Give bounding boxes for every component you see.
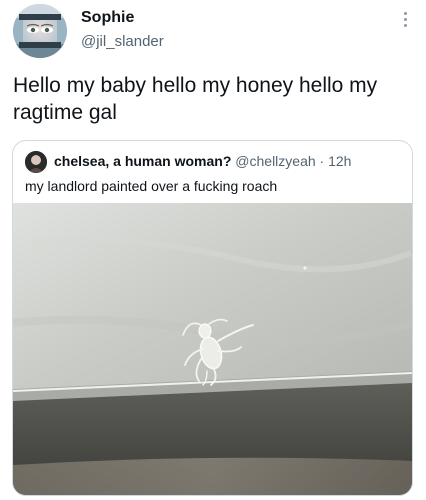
quoted-tweet-photo[interactable] bbox=[13, 203, 412, 495]
quoted-author-avatar[interactable] bbox=[25, 151, 47, 173]
profile-photo-icon bbox=[25, 151, 47, 173]
more-dot bbox=[403, 17, 407, 21]
more-dot bbox=[403, 11, 407, 15]
quoted-tweet-timestamp[interactable]: 12h bbox=[328, 153, 351, 169]
more-dot bbox=[403, 23, 407, 27]
author-display-name[interactable]: Sophie bbox=[81, 9, 134, 27]
quoted-author-display-name[interactable]: chelsea, a human woman? bbox=[54, 153, 231, 169]
author-handle[interactable]: @jil_slander bbox=[81, 33, 164, 51]
tweet-text: Hello my baby hello my honey hello my ra… bbox=[13, 74, 384, 124]
quoted-tweet-card[interactable]: chelsea, a human woman? @chellzyeah · 12… bbox=[12, 140, 413, 496]
author-avatar[interactable] bbox=[13, 4, 67, 58]
tweet: Sophie @jil_slander Hello my baby hello … bbox=[0, 0, 426, 500]
profile-photo-icon bbox=[13, 4, 67, 58]
quoted-author-handle[interactable]: @chellzyeah bbox=[235, 153, 315, 169]
quoted-tweet-header: chelsea, a human woman? @chellzyeah · 12… bbox=[54, 153, 351, 170]
more-options-icon[interactable] bbox=[398, 8, 412, 30]
header-separator: · bbox=[319, 153, 325, 169]
roach-photo bbox=[13, 203, 412, 495]
quoted-tweet-text: my landlord painted over a fucking roach bbox=[25, 178, 278, 194]
